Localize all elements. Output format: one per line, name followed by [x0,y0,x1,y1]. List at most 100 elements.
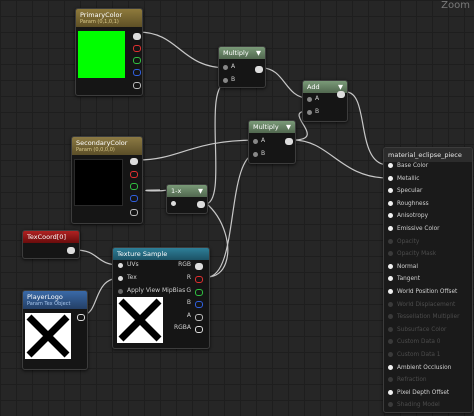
chevron-down-icon[interactable]: ▼ [338,83,343,91]
rgb-output-pin[interactable] [195,263,203,270]
primary-color-node[interactable]: PrimaryColor Param (0,1,0,1) [75,8,143,96]
material-pin-input-dot[interactable] [388,226,393,231]
secondary-color-header[interactable]: SecondaryColor Param (0,0,0,0) [72,137,142,155]
material-pin-tessellation-multiplier[interactable]: Tessellation Multiplier [388,311,459,323]
material-pin-roughness[interactable]: Roughness [388,198,429,210]
add-a-input-pin[interactable] [307,97,312,102]
material-pin-input-dot[interactable] [388,251,393,257]
material-pin-base-color[interactable]: Base Color [388,160,428,172]
material-output-node[interactable]: material_eclipse_piece Base Color Metalli… [383,147,473,413]
material-pin-input-dot[interactable] [388,163,393,168]
add-node[interactable]: Add ▼ A B [302,80,348,122]
material-pin-ambient-occlusion[interactable]: Ambient Occlusion [388,362,451,374]
chevron-down-icon[interactable]: ▼ [286,123,291,131]
texture-sample-node[interactable]: Texture Sample UVs Tex Apply View MipBia… [112,247,210,349]
texcoord-header[interactable]: TexCoord[0] [23,231,79,243]
primary-color-rgb-pin[interactable] [133,33,141,40]
primary-color-b-pin[interactable] [133,69,141,76]
r-output-pin[interactable] [195,276,203,283]
add-output-pin[interactable] [337,91,345,98]
primary-color-g-pin[interactable] [133,57,141,64]
material-pin-subsurface-color[interactable]: Subsurface Color [388,324,446,336]
a-output-pin[interactable] [195,314,203,321]
material-pin-custom-data-0[interactable]: Custom Data 0 [388,336,440,348]
primary-color-r-pin[interactable] [133,45,141,52]
material-pin-refraction[interactable]: Refraction [388,374,427,386]
material-pin-anisotropy[interactable]: Anisotropy [388,210,428,222]
material-pin-shading-model[interactable]: Shading Model [388,399,440,411]
material-pin-input-dot[interactable] [388,213,393,219]
primary-color-header[interactable]: PrimaryColor Param (0,1,0,1) [76,9,142,27]
tex-input-pin[interactable] [118,276,123,281]
one-minus-header[interactable]: 1-x ▼ [167,185,207,197]
material-pin-input-dot[interactable] [388,301,393,307]
secondary-color-b-pin[interactable] [130,195,138,202]
secondary-color-rgb-pin[interactable] [130,158,138,165]
material-pin-input-dot[interactable] [388,188,393,194]
material-pin-metallic[interactable]: Metallic [388,173,419,185]
player-logo-node[interactable]: PlayerLogo Param Tex Object [22,290,88,370]
material-pin-input-dot[interactable] [388,289,393,294]
secondary-color-a-pin[interactable] [130,209,138,216]
texcoord-output-pin[interactable] [67,247,75,254]
material-pin-emissive-color[interactable]: Emissive Color [388,223,440,235]
material-pin-input-dot[interactable] [388,238,393,244]
material-pin-label: World Position Offset [397,289,458,295]
chevron-down-icon[interactable]: ▼ [256,49,261,57]
material-pin-pixel-depth-offset[interactable]: Pixel Depth Offset [388,387,449,399]
one-minus-node[interactable]: 1-x ▼ [166,184,208,214]
multiply-2-header[interactable]: Multiply ▼ [249,121,295,133]
chevron-down-icon[interactable]: ▼ [198,187,203,195]
add-b-input-pin[interactable] [307,110,312,115]
material-pin-world-position-offset[interactable]: World Position Offset [388,286,457,298]
g-output-pin[interactable] [195,289,203,296]
player-logo-output-pin[interactable] [77,314,85,321]
material-pin-tangent[interactable]: Tangent [388,273,420,285]
rgba-output-pin[interactable] [195,326,203,333]
material-pin-opacity[interactable]: Opacity [388,236,419,248]
material-pin-input-dot[interactable] [388,276,393,282]
primary-color-a-pin[interactable] [133,82,141,89]
material-pin-specular[interactable]: Specular [388,185,422,197]
texture-sample-header[interactable]: Texture Sample [113,248,209,260]
multiply-1-a-input-pin[interactable] [223,65,228,70]
material-pin-input-dot[interactable] [388,389,393,395]
b-output-pin[interactable] [195,301,203,308]
one-minus-input-pin[interactable] [171,201,176,206]
material-pin-label: Refraction [397,377,427,384]
secondary-color-node[interactable]: SecondaryColor Param (0,0,0,0) [71,136,143,224]
material-pin-opacity-mask[interactable]: Opacity Mask [388,248,436,260]
multiply-2-output-pin[interactable] [285,138,293,145]
apply-view-mipbias-input-pin[interactable] [118,289,123,294]
material-pin-custom-data-1[interactable]: Custom Data 1 [388,349,440,361]
multiply-1-output-pin[interactable] [255,66,263,73]
multiply-1-header[interactable]: Multiply ▼ [219,47,265,59]
texcoord-node[interactable]: TexCoord[0] [22,230,80,259]
player-logo-header[interactable]: PlayerLogo Param Tex Object [23,291,87,309]
material-pin-input-dot[interactable] [388,352,393,357]
secondary-color-r-pin[interactable] [130,171,138,178]
multiply-2-b-input-pin[interactable] [253,152,258,157]
material-pin-input-dot[interactable] [388,314,393,320]
material-pin-label: Metallic [397,175,420,182]
material-pin-input-dot[interactable] [388,339,393,345]
multiply-1-b-input-pin[interactable] [223,78,228,83]
material-pin-input-dot[interactable] [388,364,393,370]
material-pin-input-dot[interactable] [388,200,393,206]
material-pin-input-dot[interactable] [388,402,393,408]
multiply-2-a-input-pin[interactable] [253,139,258,144]
multiply-node-2[interactable]: Multiply ▼ A B [248,120,296,164]
material-pin-input-dot[interactable] [388,175,393,181]
material-pin-label: Base Color [397,163,429,169]
zoom-indicator: Zoom [441,0,470,11]
material-pin-input-dot[interactable] [388,326,393,332]
material-pin-normal[interactable]: Normal [388,261,418,273]
multiply-node-1[interactable]: Multiply ▼ A B [218,46,266,88]
uvs-input-pin[interactable] [118,263,123,268]
material-pin-input-dot[interactable] [388,377,393,383]
material-pin-world-displacement[interactable]: World Displacement [388,299,455,311]
material-pin-label: Specular [397,188,423,195]
secondary-color-g-pin[interactable] [130,183,138,190]
material-pin-input-dot[interactable] [388,263,393,269]
one-minus-output-pin[interactable] [197,201,205,208]
